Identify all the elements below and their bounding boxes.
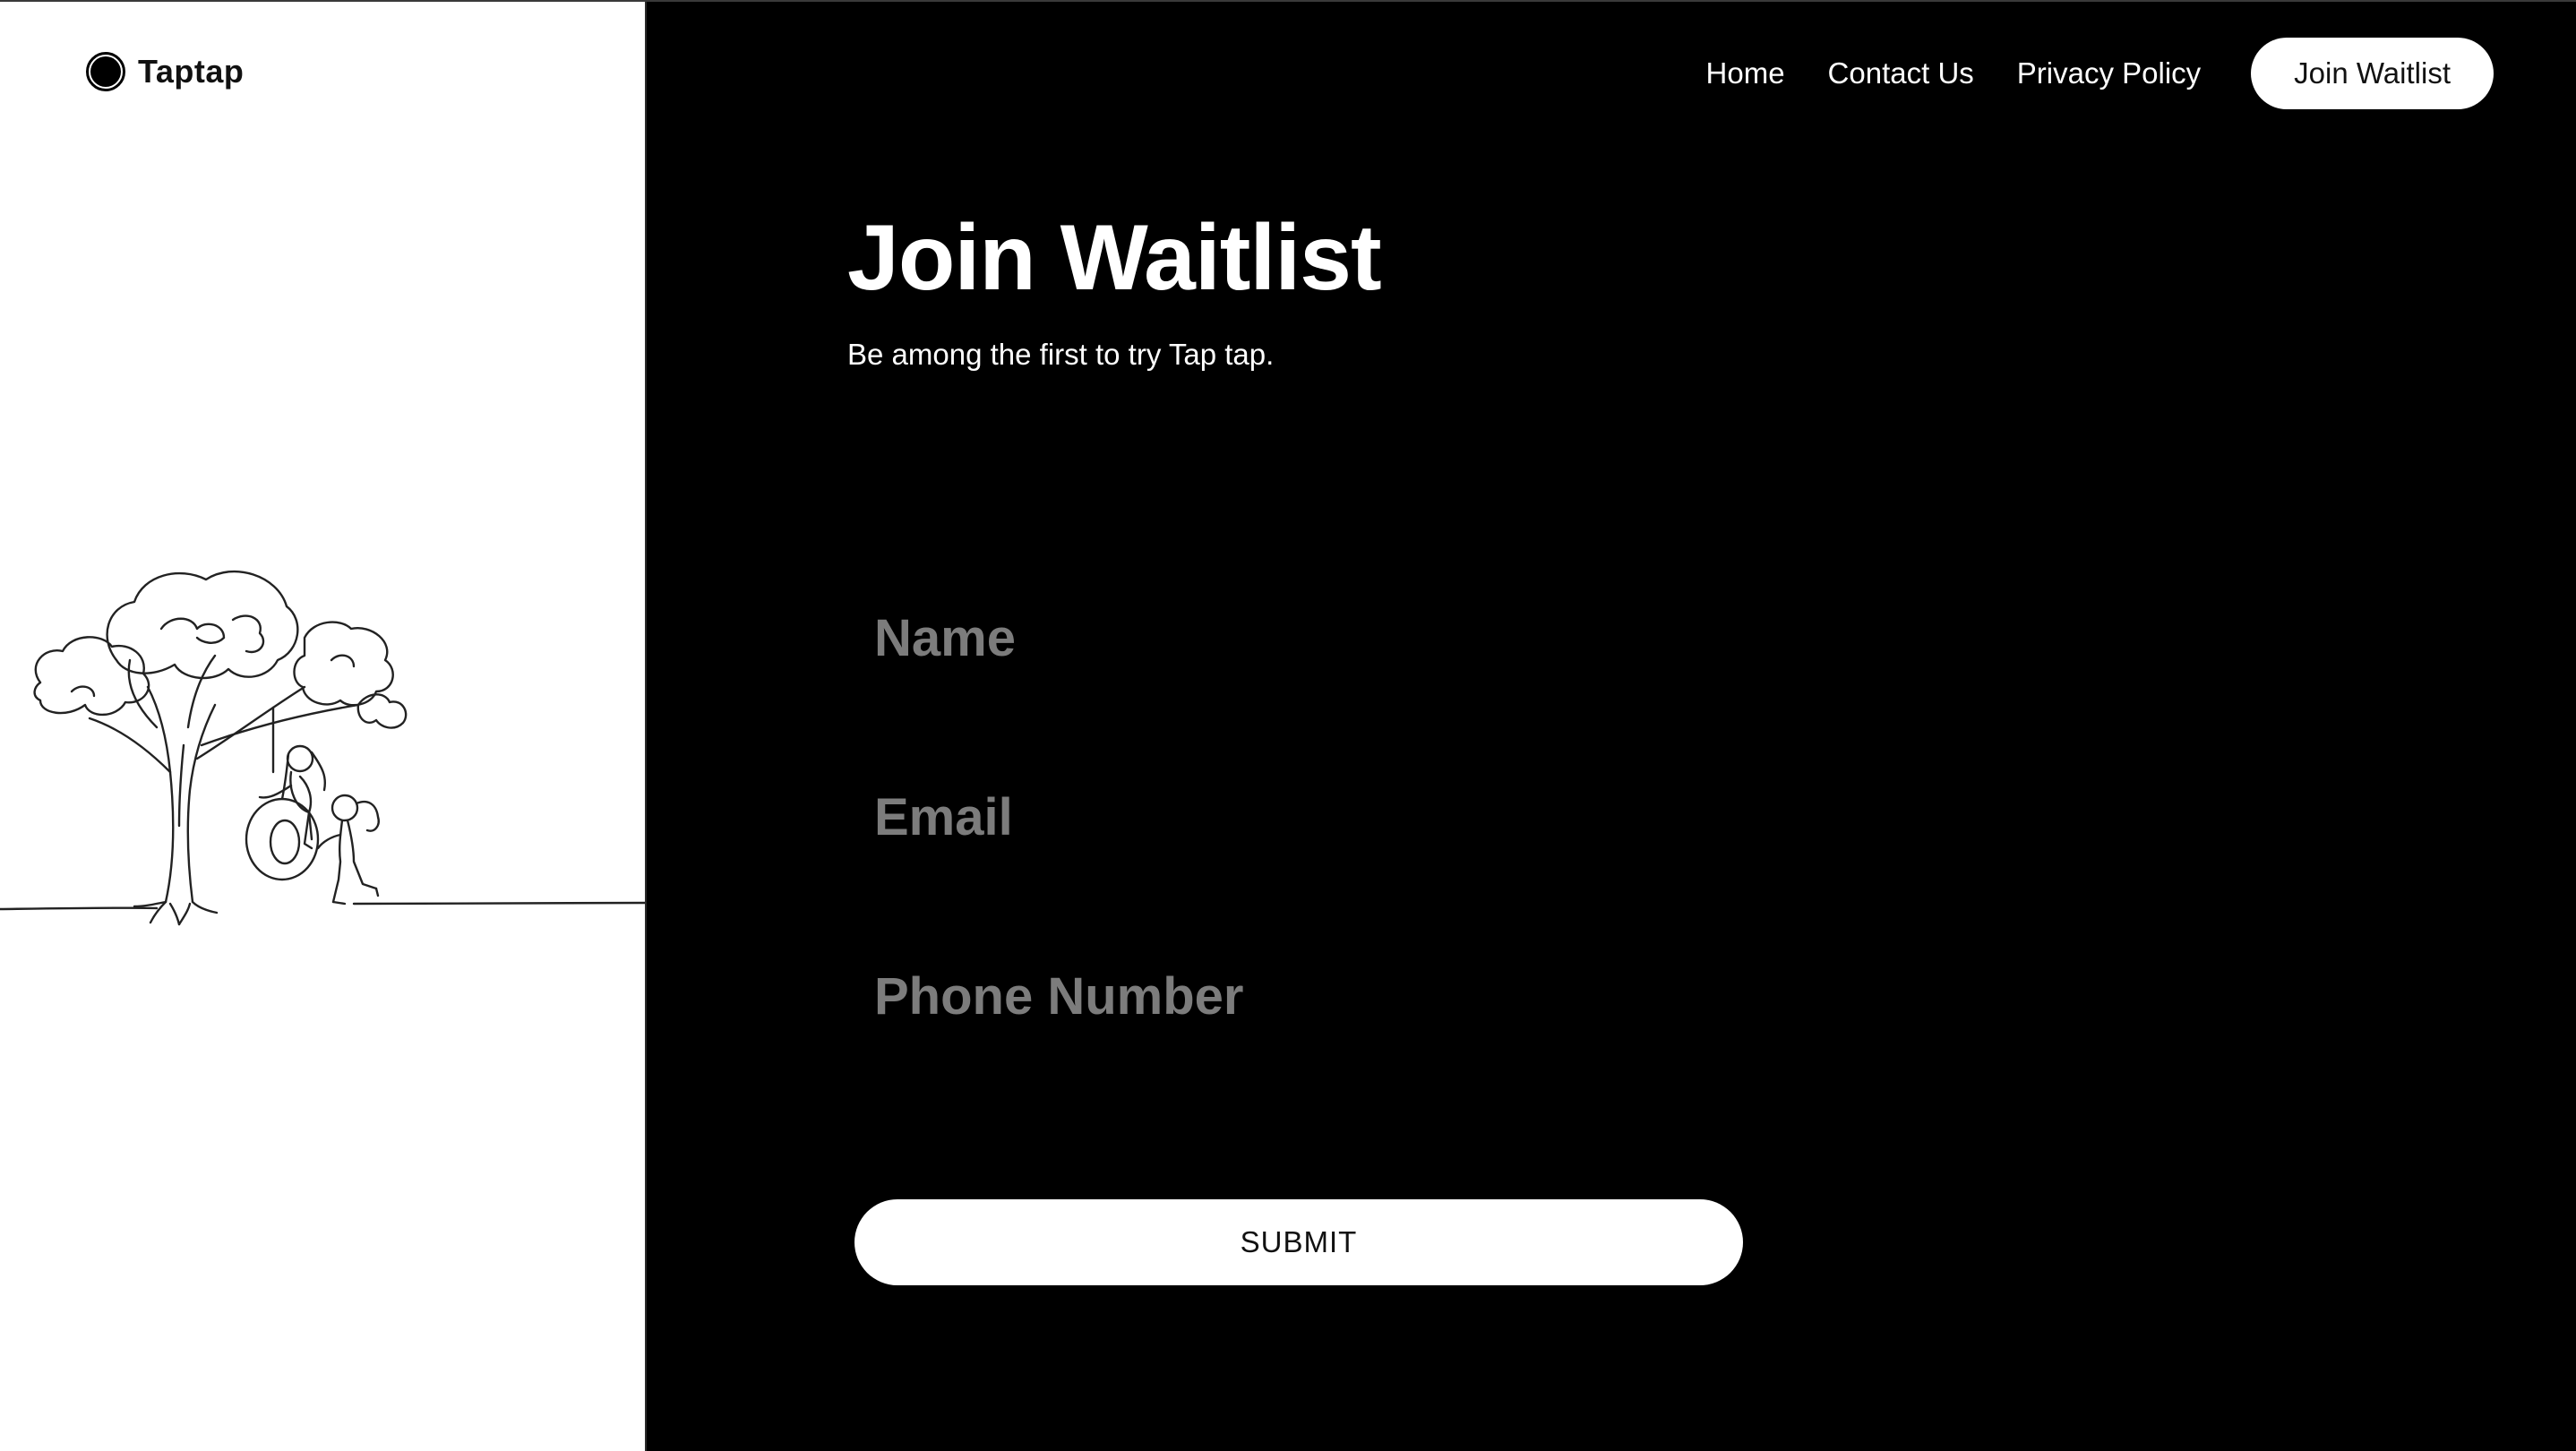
name-input[interactable] — [874, 597, 1949, 678]
right-panel: Home Contact Us Privacy Policy Join Wait… — [645, 2, 2576, 1451]
top-nav: Home Contact Us Privacy Policy Join Wait… — [1706, 38, 2494, 109]
nav-link-home[interactable]: Home — [1706, 56, 1785, 90]
submit-button[interactable]: SUBMIT — [854, 1199, 1743, 1285]
page-title: Join Waitlist — [847, 206, 1382, 310]
email-input[interactable] — [874, 777, 1949, 857]
circle-logo-icon — [86, 52, 125, 91]
tree-swing-children-illustration — [0, 570, 645, 926]
join-waitlist-nav-button[interactable]: Join Waitlist — [2251, 38, 2494, 109]
brand-name: Taptap — [138, 53, 245, 90]
phone-number-input[interactable] — [874, 956, 1949, 1036]
left-panel: Taptap — [0, 2, 645, 1451]
nav-link-contact-us[interactable]: Contact Us — [1828, 56, 1974, 90]
brand[interactable]: Taptap — [86, 52, 244, 91]
page: Taptap Home Contact Us Privacy Policy Jo… — [0, 0, 2576, 1451]
nav-link-privacy-policy[interactable]: Privacy Policy — [2017, 56, 2201, 90]
page-subtitle: Be among the first to try Tap tap. — [847, 338, 1275, 371]
